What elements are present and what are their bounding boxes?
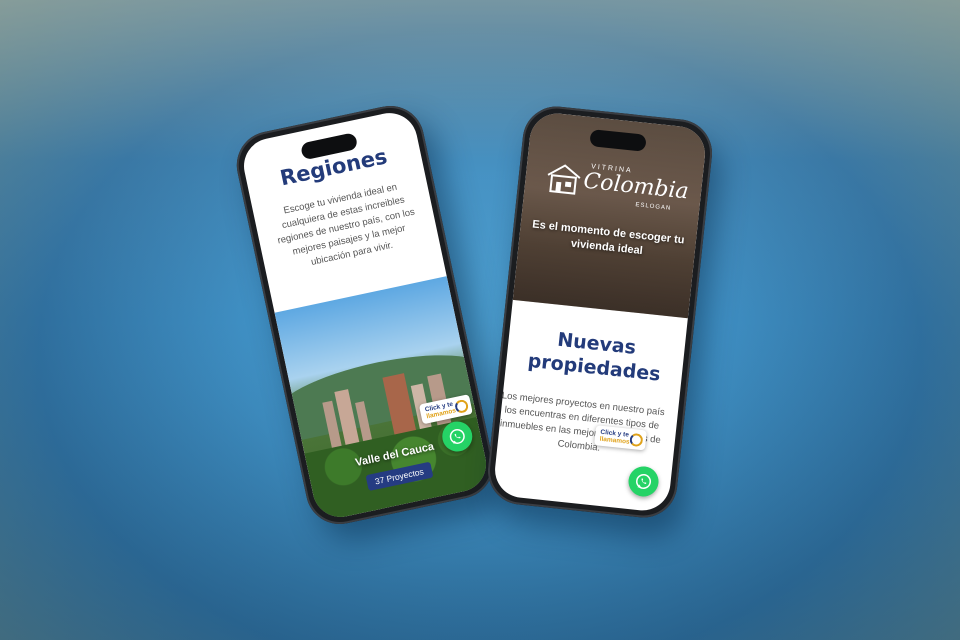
whatsapp-icon <box>449 428 465 445</box>
hero-tagline: Es el momento de escoger tu vivienda ide… <box>531 218 685 258</box>
callback-icon <box>629 432 644 448</box>
screen-home: VITRINA Colombia ESLOGAN Es el momento d… <box>492 110 708 514</box>
screen-regiones: Regiones Escoge tu vivienda ideal en cua… <box>238 107 492 523</box>
section-title: Nuevas propiedades <box>526 328 662 386</box>
brand-logo[interactable]: VITRINA Colombia ESLOGAN <box>543 157 690 215</box>
section-description: Los mejores proyectos en nuestro país lo… <box>499 390 666 454</box>
phone-right: VITRINA Colombia ESLOGAN Es el momento d… <box>484 103 716 521</box>
house-logo-icon <box>547 164 581 195</box>
whatsapp-icon <box>636 473 652 489</box>
logo-eslogan-text: ESLOGAN <box>635 202 672 212</box>
background <box>0 0 960 640</box>
phone-left: Regiones Escoge tu vivienda ideal en cua… <box>230 99 500 531</box>
region-card-valle-del-cauca[interactable]: Click y te llamamos Valle del Cauca 37 P… <box>274 276 492 523</box>
whatsapp-button[interactable] <box>627 464 661 498</box>
section-description: Escoge tu vivienda ideal en cualquiera d… <box>276 181 416 268</box>
logo-colombia-text: Colombia <box>582 168 690 205</box>
